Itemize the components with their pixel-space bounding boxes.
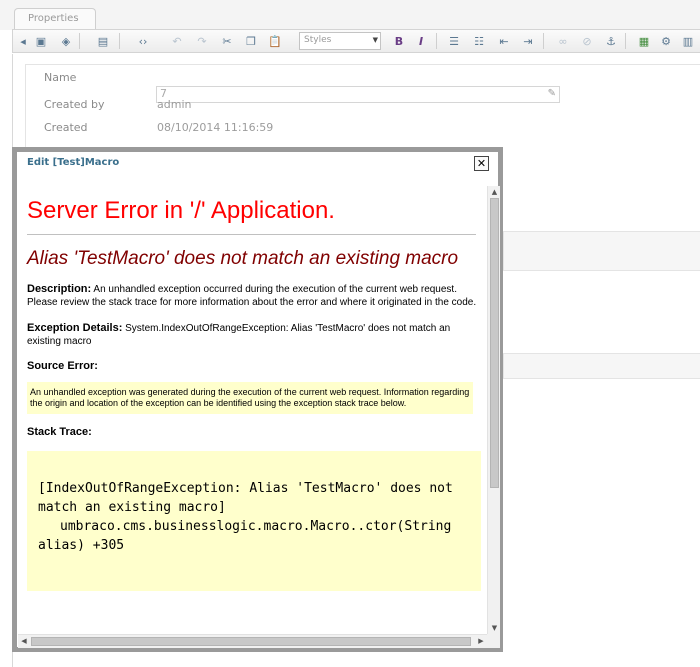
dialog-header: Edit [Test]Macro ✕ [17,152,498,176]
italic-icon[interactable]: I [413,33,429,49]
macro-icon[interactable]: ⚙ [658,33,674,49]
numbered-list-icon[interactable]: ☷ [471,33,487,49]
anchor-icon[interactable]: ⚓ [603,33,619,49]
edit-icon[interactable]: ✎ [548,88,556,99]
vertical-scrollbar[interactable]: ▲ ▼ [487,186,500,634]
description-label: Description: [27,283,92,295]
table-icon[interactable]: ▥ [680,33,696,49]
dialog-title: Edit [Test]Macro [27,157,120,168]
created-value: 08/10/2014 11:16:59 [157,121,274,134]
copy-icon[interactable]: ❐ [243,33,259,49]
styles-select[interactable]: Styles ▼ [299,32,381,50]
horizontal-scrollbar[interactable]: ◀ ▶ [18,634,487,648]
chevron-down-icon: ▼ [372,36,378,44]
save-publish-icon[interactable]: ◈ [58,33,74,49]
exception-label: Exception Details: [27,322,123,334]
error-heading: Server Error in '/' Application. [27,197,335,224]
close-icon: ✕ [476,157,487,170]
bold-icon[interactable]: B [391,33,407,49]
created-by-label: Created by [44,98,105,111]
scrollbar-corner [487,634,500,648]
stack-trace-line: umbraco.cms.businesslogic.macro.Macro..c… [60,519,452,534]
close-button[interactable]: ✕ [474,156,489,171]
scroll-down-icon[interactable]: ▼ [488,622,500,634]
exception-section: Exception Details: System.IndexOutOfRang… [27,322,479,348]
bullet-list-icon[interactable]: ☰ [446,33,462,49]
error-page: Server Error in '/' Application. Alias '… [18,186,486,634]
toolbar-separator [625,33,626,49]
toolbar-separator [119,33,120,49]
toolbar-separator [436,33,437,49]
description-section: Description: An unhandled exception occu… [27,283,479,309]
unlink-icon[interactable]: ⊘ [579,33,595,49]
scroll-left-icon[interactable]: ◀ [18,635,30,648]
editor-toolbar: ◂ ▣ ◈ ▤ ‹› ↶ ↷ ✂ ❐ 📋 Styles ▼ B I ☰ ☷ ⇤ … [12,29,700,53]
arrow-left-icon[interactable]: ◂ [15,33,31,49]
source-error-box: An unhandled exception was generated dur… [27,382,473,414]
scroll-right-icon[interactable]: ▶ [475,635,487,648]
editor-top-strip [0,0,700,30]
stack-trace-line: match an existing macro] [38,500,226,515]
undo-icon[interactable]: ↶ [169,33,185,49]
indent-icon[interactable]: ⇥ [520,33,536,49]
redo-icon[interactable]: ↷ [194,33,210,49]
toolbar-separator [543,33,544,49]
created-by-value: admin [157,98,192,111]
toolbar-separator [79,33,80,49]
image-icon[interactable]: ▦ [636,33,652,49]
source-error-label: Source Error: [27,360,98,372]
preview-icon[interactable]: ▤ [95,33,111,49]
paste-icon[interactable]: 📋 [267,33,283,49]
vertical-scroll-thumb[interactable] [490,198,499,488]
stack-trace-line: [IndexOutOfRangeException: Alias 'TestMa… [38,481,453,496]
description-text: An unhandled exception occurred during t… [27,284,477,308]
stack-trace-box: [IndexOutOfRangeException: Alias 'TestMa… [27,451,481,591]
stack-trace-label: Stack Trace: [27,426,92,438]
divider [27,234,476,235]
side-panel [503,231,700,271]
tab-properties[interactable]: Properties [14,8,96,30]
edit-macro-dialog: Edit [Test]Macro ✕ Server Error in '/' A… [12,147,503,652]
link-icon[interactable]: ∞ [555,33,571,49]
created-label: Created [44,121,88,134]
save-icon[interactable]: ▣ [33,33,49,49]
name-field[interactable]: 7 ✎ [156,86,560,103]
outdent-icon[interactable]: ⇤ [496,33,512,49]
stack-trace-line: alias) +305 [38,538,125,553]
name-label: Name [44,71,77,84]
scroll-up-icon[interactable]: ▲ [488,186,500,198]
error-message: Alias 'TestMacro' does not match an exis… [27,248,459,269]
side-panel [503,353,700,379]
dialog-iframe: Server Error in '/' Application. Alias '… [18,186,500,648]
html-source-icon[interactable]: ‹› [135,33,151,49]
horizontal-scroll-thumb[interactable] [31,637,471,646]
styles-select-value: Styles [304,35,332,45]
cut-icon[interactable]: ✂ [219,33,235,49]
